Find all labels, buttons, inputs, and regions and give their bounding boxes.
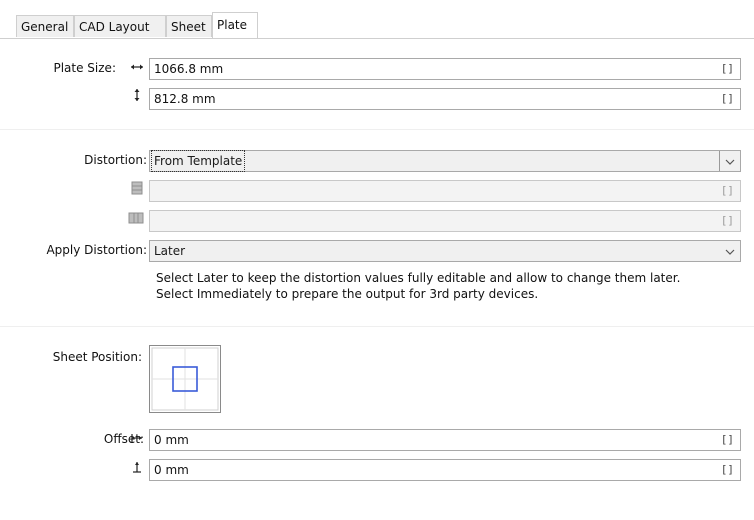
distortion-horizontal-field: []	[149, 180, 741, 202]
tab-plate[interactable]: Plate	[212, 12, 258, 39]
apply-distortion-selected-value: Later	[154, 244, 186, 258]
plate-width-field[interactable]: 1066.8 mm []	[149, 58, 741, 80]
horizontal-offset-icon	[128, 429, 146, 449]
plate-height-value: 812.8 mm	[154, 92, 216, 106]
offset-y-field[interactable]: 0 mm []	[149, 459, 741, 481]
distortion-horizontal-bracket-icon: []	[720, 184, 734, 197]
chevron-down-icon[interactable]	[719, 151, 740, 171]
plate-height-field[interactable]: 812.8 mm []	[149, 88, 741, 110]
offset-x-value: 0 mm	[154, 433, 189, 447]
tab-divider	[0, 38, 754, 39]
offset-x-field[interactable]: 0 mm []	[149, 429, 741, 451]
apply-distortion-label: Apply Distortion:	[46, 243, 147, 257]
plate-size-label: Plate Size:	[53, 61, 116, 75]
sheet-position-widget[interactable]	[149, 345, 221, 413]
distortion-dropdown[interactable]: From Template	[149, 150, 741, 172]
tab-cad-layout[interactable]: CAD Layout	[74, 15, 166, 37]
tab-sheet[interactable]: Sheet	[166, 15, 212, 37]
separator	[0, 326, 754, 327]
offset-y-value: 0 mm	[154, 463, 189, 477]
apply-distortion-help-line1: Select Later to keep the distortion valu…	[156, 271, 681, 285]
tab-general[interactable]: General	[16, 15, 74, 37]
tab-bar: General CAD Layout Sheet Plate	[0, 0, 754, 39]
separator	[0, 129, 754, 130]
horizontal-distortion-icon	[128, 181, 146, 201]
offset-y-bracket-icon[interactable]: []	[721, 460, 734, 480]
apply-distortion-dropdown[interactable]: Later	[149, 240, 741, 262]
distortion-vertical-field: []	[149, 210, 741, 232]
offset-x-bracket-icon[interactable]: []	[721, 430, 734, 450]
distortion-vertical-bracket-icon: []	[720, 214, 734, 227]
vertical-arrows-icon	[128, 88, 146, 108]
distortion-selected-value: From Template	[150, 150, 246, 172]
distortion-label: Distortion:	[84, 153, 147, 167]
vertical-distortion-icon	[126, 210, 146, 230]
plate-width-value: 1066.8 mm	[154, 62, 224, 76]
chevron-down-icon[interactable]	[720, 241, 740, 261]
sheet-position-label: Sheet Position:	[52, 350, 142, 364]
plate-height-unit-bracket-icon[interactable]: []	[721, 89, 734, 109]
apply-distortion-help-line2: Select Immediately to prepare the output…	[156, 287, 539, 301]
horizontal-arrows-icon	[128, 58, 146, 78]
plate-width-unit-bracket-icon[interactable]: []	[721, 59, 734, 79]
vertical-offset-icon	[128, 459, 146, 479]
